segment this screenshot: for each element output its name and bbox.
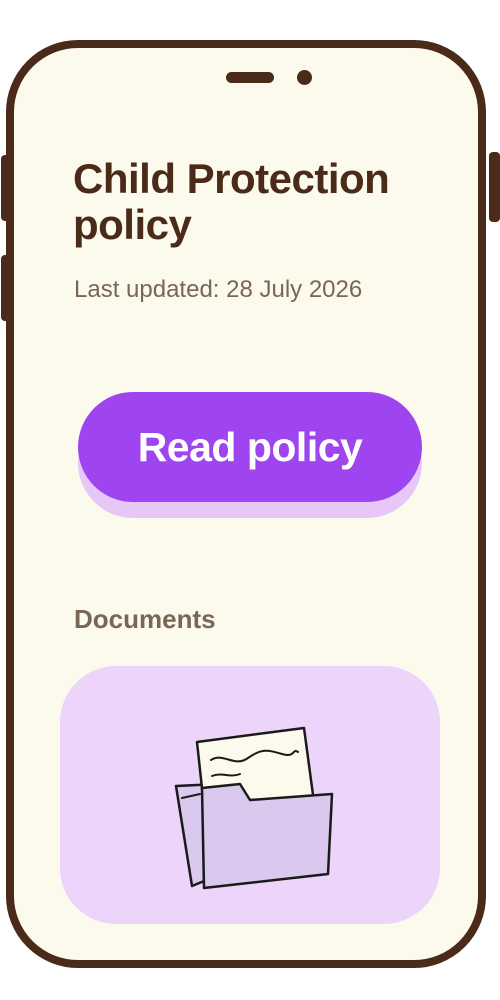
phone-speaker [226,72,274,83]
phone-frame: Child Protection policy Last updated: 28… [6,40,486,968]
phone-power-button [489,152,500,222]
documents-section-label: Documents [74,604,216,634]
folder-with-document-icon [174,726,334,890]
page-title: Child Protection policy [73,155,390,248]
read-policy-button[interactable]: Read policy [78,392,422,502]
last-updated-text: Last updated: 28 July 2026 [74,276,363,303]
phone-camera [297,70,312,85]
document-card[interactable] [60,666,440,924]
